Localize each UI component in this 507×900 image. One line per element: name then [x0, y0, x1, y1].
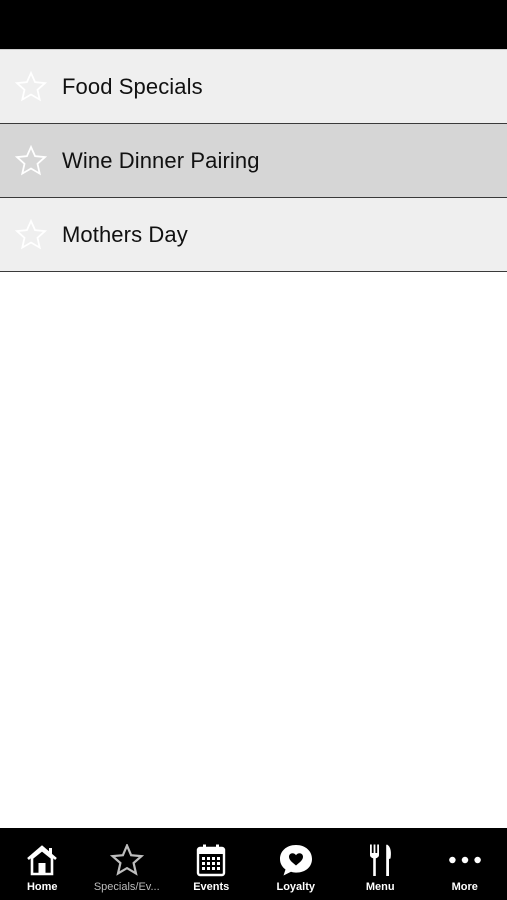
tab-more[interactable]: More — [423, 828, 507, 900]
home-icon — [24, 843, 60, 877]
list-item-label: Wine Dinner Pairing — [62, 147, 260, 173]
list-item-food-specials[interactable]: Food Specials — [0, 49, 507, 124]
star-outline-icon — [109, 843, 145, 877]
heart-bubble-icon — [278, 843, 314, 877]
calendar-icon — [193, 843, 229, 877]
specials-list: Food Specials Wine Dinner Pairing Mother… — [0, 49, 507, 272]
tab-label: Menu — [365, 881, 395, 893]
list-item-label: Food Specials — [62, 73, 203, 99]
tab-loyalty[interactable]: Loyalty — [254, 828, 339, 900]
tab-label: Loyalty — [276, 881, 315, 893]
tab-specials-events[interactable]: Specials/Ev... — [85, 828, 170, 900]
app-screen: Food Specials Wine Dinner Pairing Mother… — [0, 0, 507, 900]
star-outline-icon — [15, 218, 47, 251]
tab-label: Home — [26, 881, 58, 893]
star-outline-icon — [15, 70, 47, 103]
list-item-label: Mothers Day — [62, 221, 188, 247]
tab-label: More — [451, 881, 478, 893]
tab-menu[interactable]: Menu — [338, 828, 423, 900]
list-item-mothers-day[interactable]: Mothers Day — [0, 198, 507, 272]
tab-label: Specials/Ev... — [93, 881, 160, 893]
tab-label: Events — [193, 881, 230, 893]
tab-events[interactable]: Events — [169, 828, 254, 900]
tab-home[interactable]: Home — [0, 828, 85, 900]
bottom-tab-bar: Home Specials/Ev... Events Loyalty Menu … — [0, 828, 507, 900]
list-item-wine-dinner-pairing[interactable]: Wine Dinner Pairing — [0, 124, 507, 198]
star-outline-icon — [15, 144, 47, 177]
status-bar — [0, 0, 507, 49]
fork-knife-icon — [362, 843, 398, 877]
more-dots-icon — [447, 843, 483, 877]
